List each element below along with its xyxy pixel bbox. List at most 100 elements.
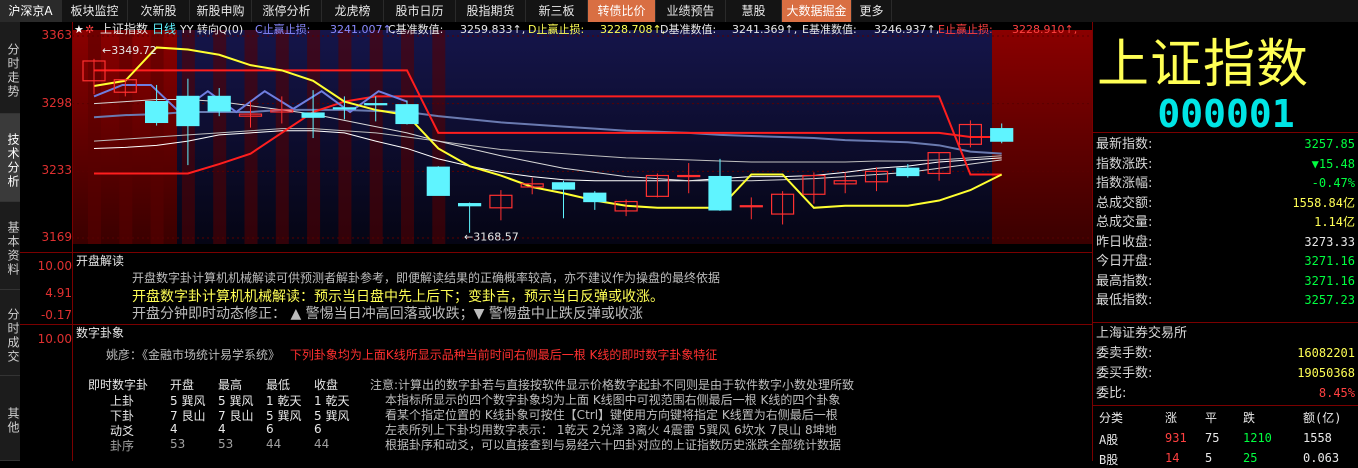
legend-text: 3241.007↑, (330, 23, 395, 36)
top-tab[interactable]: 龙虎榜 (322, 0, 384, 22)
candle-body (364, 103, 388, 106)
exchange-row: 上海证券交易所 (1093, 324, 1358, 343)
quote-label: 昨日收盘: (1096, 234, 1153, 250)
gua-cell: 44 (314, 437, 330, 451)
quote-row: 最低指数: 3257.23 (1093, 291, 1358, 310)
order-label: 委比: (1096, 386, 1127, 401)
top-tab[interactable]: 板块监控 (62, 0, 128, 22)
order-row: 委比: 8.45% (1093, 384, 1358, 403)
quote-row: 指数涨跌: ▼15.48 (1093, 155, 1358, 174)
candle-body (176, 95, 200, 127)
top-tab[interactable]: 新三板 (526, 0, 588, 22)
top-tab[interactable]: 涨停分析 (252, 0, 322, 22)
top-tab[interactable]: 转债比价 (588, 0, 656, 22)
gua-cell: 4 (218, 422, 226, 436)
gua-cell: 卦序 (110, 439, 135, 453)
quote-label: 总成交额: (1096, 195, 1153, 211)
order-row: 委卖手数: 16082201 (1093, 344, 1358, 363)
breadth-header: 平 (1205, 411, 1218, 425)
order-value: 19050368 (1297, 366, 1355, 380)
top-tab[interactable]: 次新股 (128, 0, 190, 22)
breadth-header: 额(亿) (1303, 411, 1342, 425)
gua-cell: 4 (170, 422, 178, 436)
breadth-header: 涨 (1165, 411, 1178, 425)
quote-value: ▼15.48 (1311, 156, 1355, 171)
divider (1093, 132, 1358, 133)
panel2-tick: 10.00 (37, 332, 72, 346)
quote-label: 指数涨幅: (1096, 176, 1153, 191)
breadth-cell: 14 (1165, 451, 1180, 465)
blue-zone (177, 30, 992, 244)
quote-label: 总成交量: (1096, 215, 1153, 230)
quote-value: 3257.23 (1304, 293, 1355, 307)
panel2-author-line: 姚彦：《金融市场统计易学系统》 下列卦象均为上面K线所显示品种当前时间右侧最后一… (106, 346, 717, 363)
quote-value: 3271.16 (1304, 273, 1355, 288)
quote-row: 昨日收盘: 3273.33 (1093, 233, 1358, 252)
order-label: 委卖手数: (1096, 346, 1153, 361)
gua-cell: 6 (266, 422, 274, 436)
quote-value: 3257.85 (1304, 137, 1355, 151)
quote-value: 1558.84亿 (1292, 195, 1355, 210)
top-tab[interactable]: 更多 (852, 0, 892, 22)
quote-value: 3273.33 (1304, 234, 1355, 249)
divider (1093, 322, 1358, 323)
low-label: ←3168.57 (464, 230, 519, 243)
top-tab[interactable]: 新股申购 (190, 0, 252, 22)
top-tab[interactable]: 股指期货 (456, 0, 526, 22)
legend-text: C止赢止损: (255, 22, 310, 36)
legend-text: D基准数值: (660, 23, 716, 36)
legend-text: C基准数值: (388, 23, 443, 36)
star-icon: ★ (74, 23, 84, 36)
breadth-cell: 1558 (1303, 431, 1332, 445)
quote-row: 总成交额: 1558.84亿 (1093, 194, 1358, 213)
side-tab[interactable]: 基本资料 (0, 202, 20, 290)
side-tab[interactable]: 技术分析 (0, 114, 20, 202)
zone-band (369, 30, 383, 244)
quote-label: 指数涨跌: (1096, 156, 1153, 172)
price-tick: 3298 (41, 95, 72, 110)
top-tab[interactable]: 业绩预告 (656, 0, 726, 22)
exchange-name: 上海证券交易所 (1096, 326, 1188, 341)
price-tick: 3363 (41, 28, 72, 42)
quote-row: 总成交量: 1.14亿 (1093, 213, 1358, 232)
price-tick: 3169 (41, 230, 72, 244)
quote-value: -0.47% (1311, 176, 1355, 190)
top-tab[interactable]: 股市日历 (384, 0, 456, 22)
candle-body (458, 203, 482, 207)
candle-body (551, 182, 576, 190)
candle-body (207, 95, 231, 112)
gua-header: 即时数字卦 (88, 378, 149, 392)
candle-body (426, 166, 450, 196)
top-tab[interactable]: 大数据掘金 (782, 0, 852, 22)
quote-value: 1.14亿 (1314, 215, 1355, 229)
quote-row: 指数涨幅: -0.47% (1093, 174, 1358, 193)
side-tab[interactable]: 分时走势 (0, 22, 20, 114)
breadth-cell: 75 (1205, 431, 1220, 445)
panel1-correction: 开盘分钟即时动态修正： ▲ 警惕当日冲高回落或收跌；▼ 警惕盘中止跌反弹或收涨 (132, 306, 643, 322)
candle-body (583, 192, 607, 203)
legend-text: E止赢止损: (938, 22, 993, 36)
breadth-cell: 0.063 (1303, 451, 1340, 465)
candle-body (990, 128, 1014, 142)
gua-cell: 53 (170, 437, 186, 451)
zone-band (244, 30, 258, 244)
legend-text: 3259.833↑, (460, 23, 525, 36)
quote-value: 3271.16 (1304, 254, 1355, 268)
side-tab[interactable]: 其他 (0, 376, 20, 461)
legend-text: E基准数值: (802, 23, 857, 36)
gua-header: 最高 (218, 378, 243, 392)
panel2-title: 数字卦象 (76, 326, 125, 340)
side-tab[interactable]: 分时成交 (0, 290, 20, 376)
candle-body (677, 174, 701, 178)
order-label: 委买手数: (1096, 366, 1153, 381)
quote-panel: 上证指数 000001 最新指数: 3257.85 指数涨跌: ▼15.48 指数涨幅:… (1092, 22, 1358, 467)
zone-band (119, 30, 133, 244)
top-tab[interactable]: 慧股 (726, 0, 782, 22)
panel-divider (20, 324, 1092, 325)
top-tab[interactable]: 沪深京A (0, 0, 62, 22)
axis-divider (72, 22, 73, 461)
breadth-header: 分类 (1099, 411, 1124, 425)
quote-row: 最新指数: 3257.85 (1093, 135, 1358, 154)
zone-band (213, 30, 227, 244)
panel2-author-note: 下列卦象均为上面K线所显示品种当前时间右侧最后一根 K线的即时数字卦象特征 (289, 348, 718, 362)
